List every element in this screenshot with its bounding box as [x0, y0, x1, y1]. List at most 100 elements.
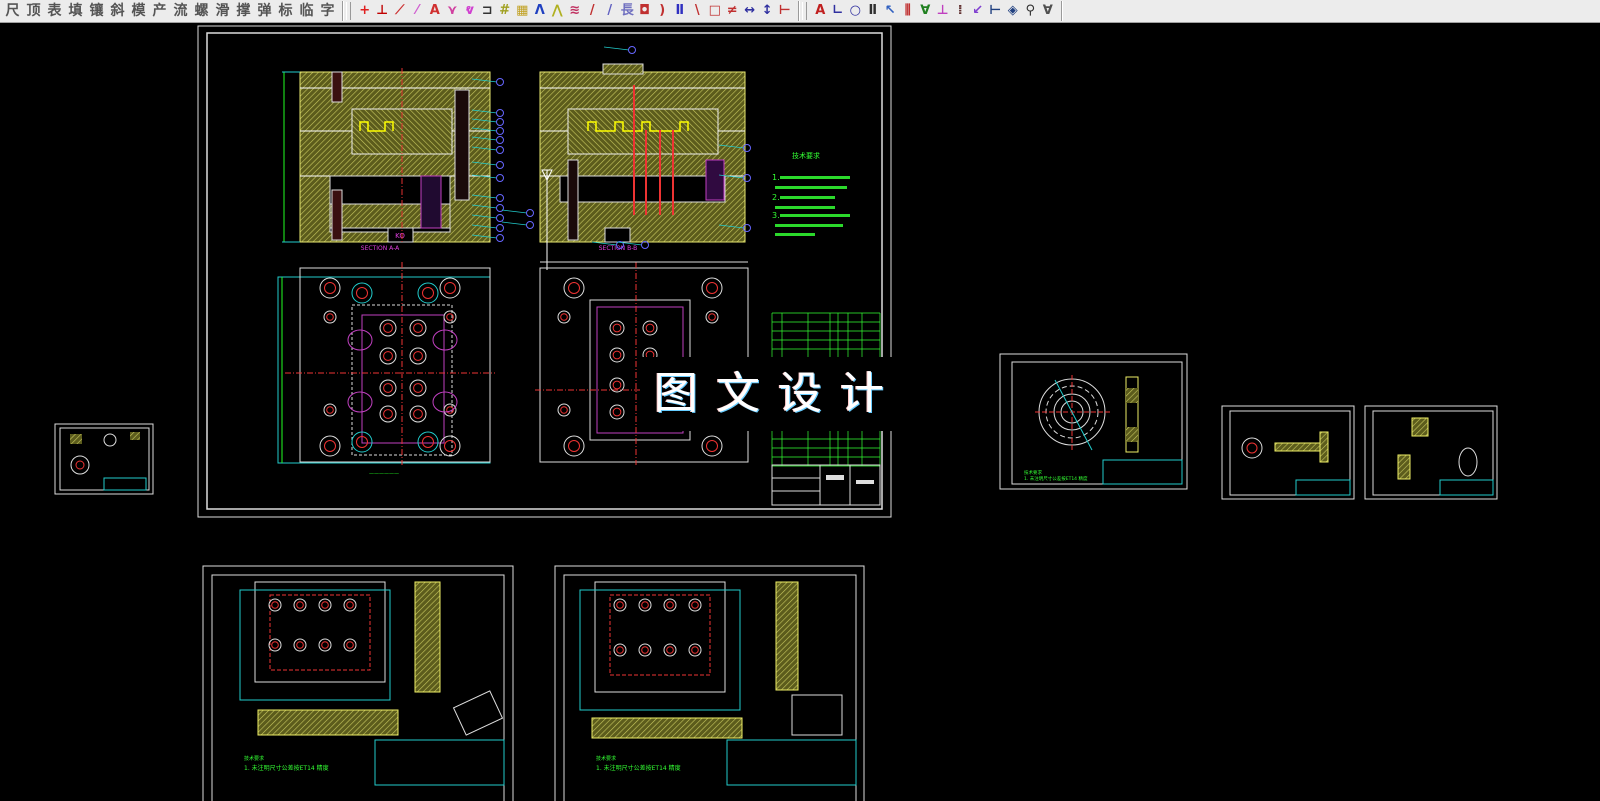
check-icon[interactable]: ∀	[1039, 2, 1057, 20]
hole	[323, 403, 337, 417]
aa-dim-icon[interactable]: A	[426, 2, 444, 20]
slash2-icon[interactable]: /	[601, 2, 619, 20]
hole	[688, 598, 702, 612]
toolbar-grip[interactable]	[801, 2, 807, 20]
hole	[613, 643, 627, 657]
hole	[443, 403, 457, 417]
box-circle-icon[interactable]: ◘	[636, 2, 654, 20]
note-text: 1. 未注明尺寸公差按ET14 精度	[1024, 475, 1088, 482]
hole	[409, 319, 427, 337]
tolerance-icon[interactable]: ⊥	[934, 2, 952, 20]
balloon	[496, 204, 504, 212]
tool-button-3[interactable]: 填	[65, 1, 86, 21]
tech-note: 3.	[772, 211, 780, 220]
tool-button-9[interactable]: 螺	[191, 1, 212, 21]
stripes-icon[interactable]: ≋	[566, 2, 584, 20]
tool-button-12[interactable]: 弹	[254, 1, 275, 21]
horizontal-dim-icon[interactable]: ↔	[741, 2, 759, 20]
coord-icon[interactable]: ∟	[829, 2, 847, 20]
tool-button-8[interactable]: 流	[170, 1, 191, 21]
base-dim-icon[interactable]: Ⅱ	[864, 2, 882, 20]
hole	[379, 319, 397, 337]
tool-button-11[interactable]: 撑	[233, 1, 254, 21]
tech-note: 1.	[772, 173, 780, 182]
balloon	[526, 209, 534, 217]
technical-requirements: 技术要求 1. 2. 3.	[772, 151, 850, 236]
tool-button-6[interactable]: 模	[128, 1, 149, 21]
hole	[318, 598, 332, 612]
origin-icon[interactable]: ○	[847, 2, 865, 20]
find-icon[interactable]: ⚲	[1022, 2, 1040, 20]
hole	[609, 404, 625, 420]
hole	[351, 282, 373, 304]
cross-icon[interactable]: +	[356, 2, 374, 20]
angle-dim-icon[interactable]: ⁄	[409, 2, 427, 20]
long-icon[interactable]: 長	[619, 2, 637, 20]
leader-icon[interactable]: ↖	[882, 2, 900, 20]
span-dim-icon[interactable]: ⊢	[987, 2, 1005, 20]
part-sheet-insert	[1364, 405, 1498, 500]
multi-dim-icon[interactable]: ⫼	[899, 2, 917, 20]
hole	[318, 638, 332, 652]
balloon	[496, 118, 504, 126]
color-hatch-icon[interactable]: ▦	[514, 2, 532, 20]
tool-button-10[interactable]: 滑	[212, 1, 233, 21]
tool-button-13[interactable]: 标	[275, 1, 296, 21]
ejector-icon[interactable]: ⊥	[374, 2, 392, 20]
hole	[439, 435, 461, 457]
hole	[705, 310, 719, 324]
tool-button-1[interactable]: 顶	[23, 1, 44, 21]
light-icon[interactable]: ⋀	[549, 2, 567, 20]
dim-between-icon[interactable]: Ⅱ	[671, 2, 689, 20]
hole	[409, 379, 427, 397]
hole-circles	[268, 277, 723, 657]
section-a-view: KO SECTION A-A	[282, 68, 491, 252]
tool-button-7[interactable]: 产	[149, 1, 170, 21]
curve-arrow-icon[interactable]: ↙	[969, 2, 987, 20]
toolbar: 尺顶表填镶斜模产流螺滑撑弹标临字 + ⊥ ⟋ ⁄ A ⋎ ⱴ ⊐ # ▦ Λ ⋀ ≋ / / 長 ◘) Ⅱ \ □ ≠ ↔…	[0, 0, 1600, 23]
tool-button-14[interactable]: 临	[296, 1, 317, 21]
hatch-grid-icon[interactable]: #	[496, 2, 514, 20]
triangle-icon[interactable]: Λ	[531, 2, 549, 20]
text-edit-icon[interactable]: A	[812, 2, 830, 20]
wave-icon[interactable]: ⋎	[444, 2, 462, 20]
tool-button-2[interactable]: 表	[44, 1, 65, 21]
hole	[409, 405, 427, 423]
balloon	[641, 241, 649, 249]
end-dim-icon[interactable]: ⊢	[776, 2, 794, 20]
hole	[323, 310, 337, 324]
hole	[663, 598, 677, 612]
tool-button-0[interactable]: 尺	[2, 1, 23, 21]
hole	[557, 403, 571, 417]
surface-icon[interactable]: ∀	[917, 2, 935, 20]
tech-note: 2.	[772, 193, 780, 202]
cavity-plate-sheet: 技术要求 1. 未注明尺寸公差按ET14 精度	[202, 565, 514, 801]
note-title: 技术要求	[596, 755, 616, 762]
hatch-line-icon[interactable]: ⟋	[391, 2, 409, 20]
tool-button-4[interactable]: 镶	[86, 1, 107, 21]
hole	[417, 282, 439, 304]
core-plate-sheet: 技术要求 1. 未注明尺寸公差按ET14 精度	[554, 565, 865, 801]
hole	[343, 638, 357, 652]
hole	[557, 310, 571, 324]
balloon	[496, 194, 504, 202]
arc-icon[interactable]: )	[654, 2, 672, 20]
backslash-icon[interactable]: \	[689, 2, 707, 20]
plan-view-caption: ——————	[369, 471, 399, 477]
rect-icon[interactable]: □	[706, 2, 724, 20]
toolbar-grip[interactable]	[346, 2, 351, 20]
rotate-dim-icon[interactable]: ◈	[1004, 2, 1022, 20]
hole	[409, 347, 427, 365]
balloon	[496, 174, 504, 182]
tool-button-5[interactable]: 斜	[107, 1, 128, 21]
note-title: 技术要求	[1024, 469, 1042, 476]
not-equal-icon[interactable]: ≠	[724, 2, 742, 20]
bracket-icon[interactable]: ⊐	[479, 2, 497, 20]
slash-icon[interactable]: /	[584, 2, 602, 20]
tool-button-15[interactable]: 字	[317, 1, 338, 21]
vertical-dim-icon[interactable]: ↕	[759, 2, 777, 20]
tick-icon[interactable]: ⁞	[952, 2, 970, 20]
balloon	[496, 127, 504, 135]
break-line-icon[interactable]: ⱴ	[461, 2, 479, 20]
title-block	[771, 464, 881, 506]
